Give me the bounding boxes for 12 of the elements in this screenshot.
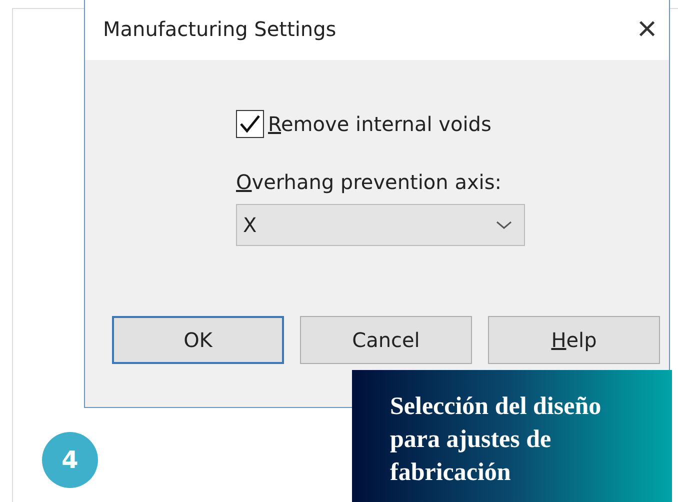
step-badge: 4 (42, 432, 98, 488)
window-title: Manufacturing Settings (103, 17, 336, 41)
field-label: Overhang prevention axis: (236, 170, 502, 194)
dialog-button[interactable]: OK (112, 316, 284, 364)
dialog-button[interactable]: Help (488, 316, 660, 364)
checkbox[interactable] (236, 110, 264, 138)
axis-dropdown[interactable]: X (236, 204, 525, 246)
chevron-icon (496, 220, 512, 230)
checkbox-label[interactable]: Remove internal voids (268, 112, 492, 136)
caption: Selección del diseño para ajustes de fabricación (352, 370, 672, 502)
dialog-button[interactable]: Cancel (300, 316, 472, 364)
close-button[interactable]: × (633, 12, 661, 46)
